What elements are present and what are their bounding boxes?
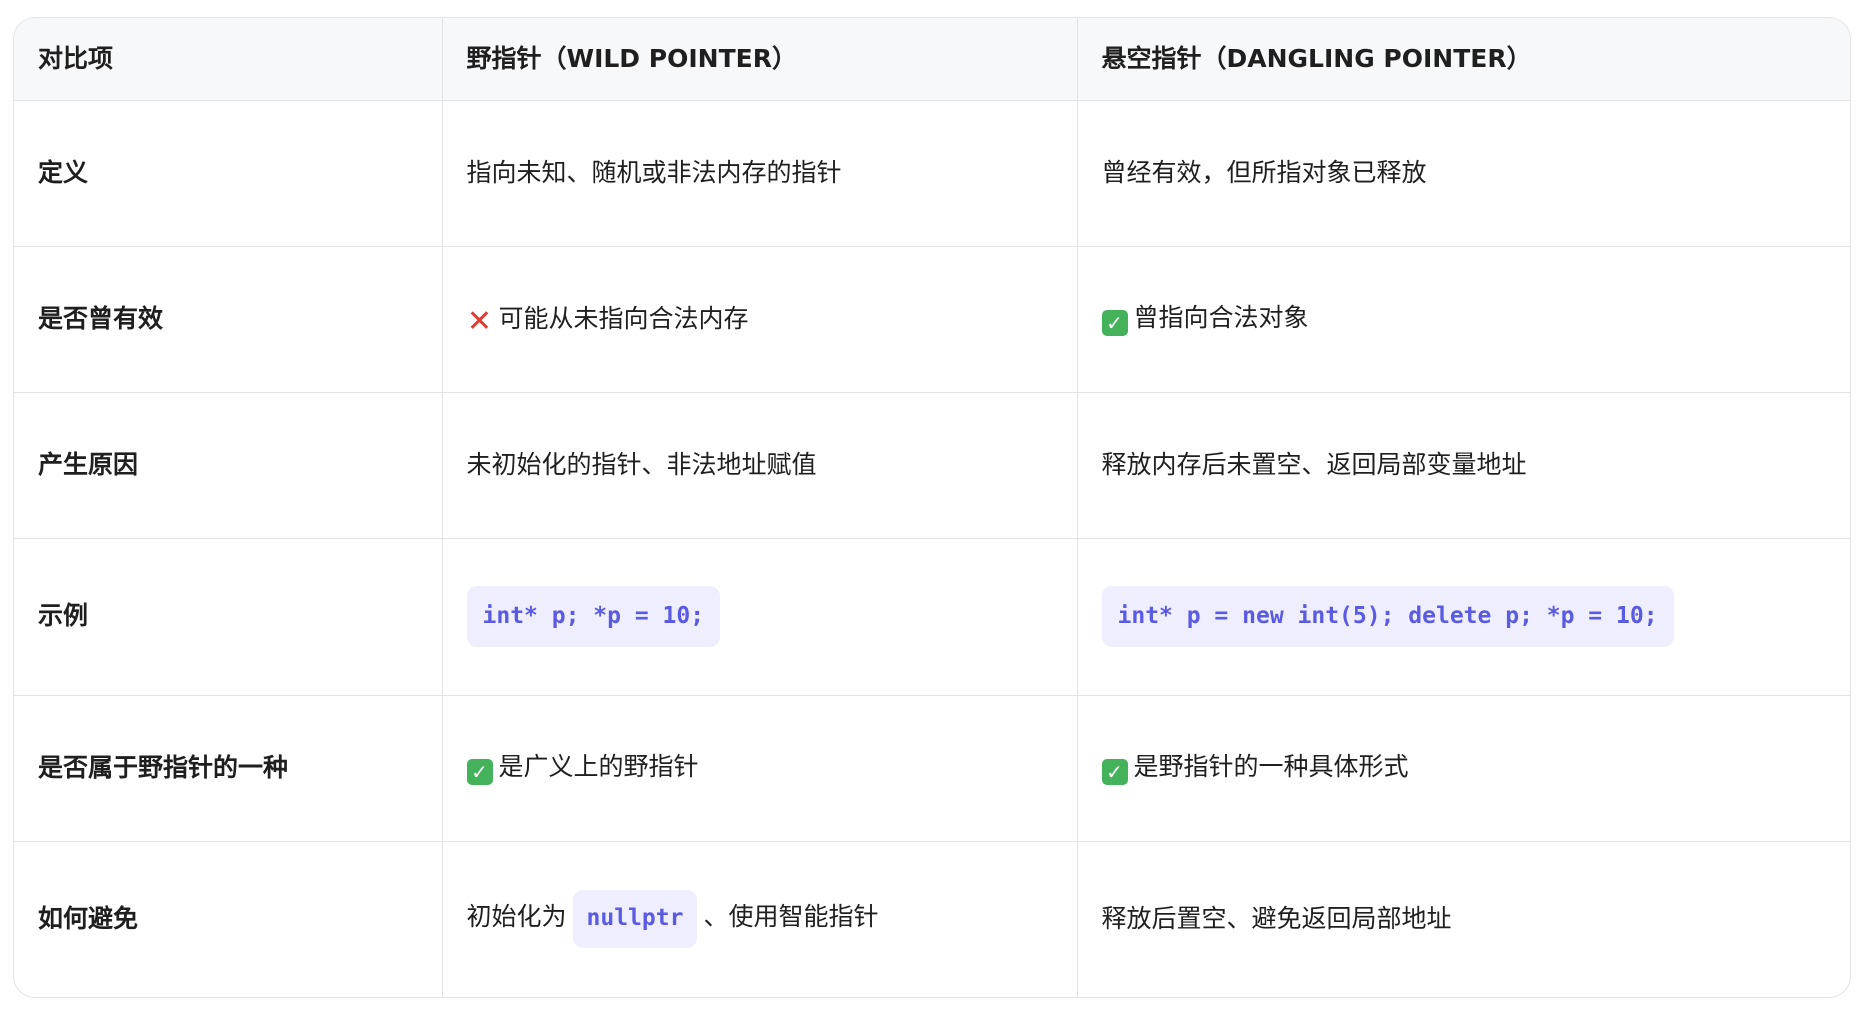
dangling-cell-text: 是野指针的一种具体形式	[1133, 752, 1409, 781]
table-row: 示例 int* p; *p = 10; int* p = new int(5);…	[14, 538, 1850, 696]
row-label: 定义	[14, 100, 443, 247]
dangling-cell: ✓ 是野指针的一种具体形式	[1077, 695, 1850, 842]
table-row: 定义 指向未知、随机或非法内存的指针 曾经有效，但所指对象已释放	[14, 100, 1850, 247]
dangling-code-snippet: int* p = new int(5); delete p; *p = 10;	[1101, 585, 1674, 648]
header-compare-item: 对比项	[14, 18, 443, 101]
cross-mark-icon: ✕	[466, 303, 493, 339]
table-header-row: 对比项 野指针（WILD POINTER） 悬空指针（DANGLING POIN…	[14, 18, 1850, 101]
wild-cell: 指向未知、随机或非法内存的指针	[442, 100, 1078, 247]
dangling-cell: int* p = new int(5); delete p; *p = 10;	[1077, 538, 1850, 696]
row-label: 示例	[14, 538, 443, 696]
comparison-table-container: 对比项 野指针（WILD POINTER） 悬空指针（DANGLING POIN…	[13, 17, 1851, 998]
row-label: 如何避免	[14, 841, 443, 997]
wild-cell-text-after: 、使用智能指针	[703, 902, 879, 932]
wild-cell: int* p; *p = 10;	[442, 538, 1078, 696]
wild-cell-text: 可能从未指向合法内存	[498, 303, 749, 333]
header-dangling-pointer: 悬空指针（DANGLING POINTER）	[1077, 18, 1850, 101]
wild-cell-text-before: 初始化为	[466, 902, 567, 932]
dangling-cell: 释放后置空、避免返回局部地址	[1101, 904, 1452, 933]
check-mark-icon: ✓	[1101, 310, 1128, 336]
check-mark-icon: ✓	[466, 759, 493, 785]
wild-cell: ✕ 可能从未指向合法内存	[442, 246, 1078, 393]
comparison-table: 对比项 野指针（WILD POINTER） 悬空指针（DANGLING POIN…	[14, 18, 1850, 997]
dangling-cell: 曾经有效，但所指对象已释放	[1077, 100, 1850, 247]
nullptr-code-snippet: nullptr	[572, 890, 698, 949]
wild-cell: ✓ 是广义上的野指针	[442, 695, 1078, 842]
header-wild-pointer: 野指针（WILD POINTER）	[442, 18, 1078, 101]
table-row: 是否曾有效 ✕ 可能从未指向合法内存 ✓ 曾指向合法对象	[14, 246, 1850, 393]
table-row: 是否属于野指针的一种 ✓ 是广义上的野指针 ✓ 是野指针的一种具体形式	[14, 695, 1850, 842]
dangling-cell: 释放内存后未置空、返回局部变量地址	[1077, 392, 1850, 539]
row-label: 产生原因	[14, 392, 443, 539]
table-row: 如何避免 初始化为 nullptr 、使用智能指针 释放后置空、避免返回局部地址	[14, 841, 1850, 997]
wild-cell: 初始化为 nullptr 、使用智能指针	[442, 841, 1078, 997]
wild-cell: 未初始化的指针、非法地址赋值	[442, 392, 1078, 539]
table-row: 产生原因 未初始化的指针、非法地址赋值 释放内存后未置空、返回局部变量地址	[14, 392, 1850, 539]
row-label: 是否属于野指针的一种	[14, 695, 443, 842]
dangling-cell: ✓ 曾指向合法对象	[1077, 246, 1850, 393]
check-mark-icon: ✓	[1101, 759, 1128, 785]
wild-cell-text: 是广义上的野指针	[498, 752, 699, 781]
dangling-cell-text: 曾指向合法对象	[1133, 303, 1309, 332]
row-label: 是否曾有效	[14, 246, 443, 393]
wild-code-snippet: int* p; *p = 10;	[466, 585, 721, 648]
